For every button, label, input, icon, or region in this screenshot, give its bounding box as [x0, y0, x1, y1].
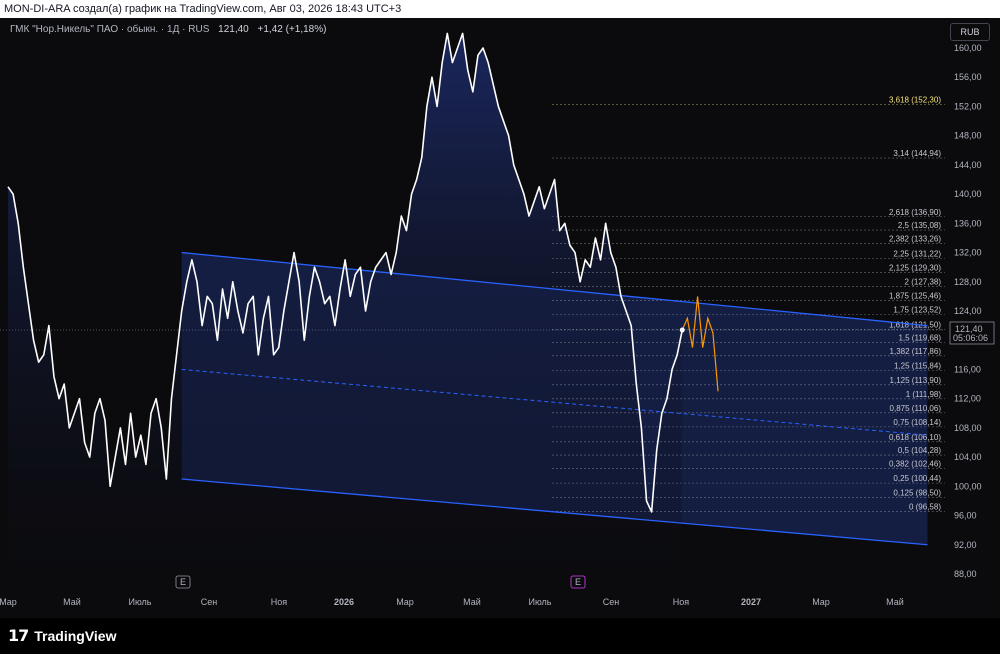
- x-axis-tick-label: Мар: [0, 597, 17, 607]
- y-axis-tick-label: 116,00: [954, 364, 981, 374]
- x-axis-tick-label: Сен: [603, 597, 620, 607]
- fib-level-label: 0,25 (100,44): [893, 474, 941, 483]
- earnings-event-label: E: [180, 577, 186, 587]
- x-axis-tick-label: Ноя: [271, 597, 288, 607]
- fib-level-label: 1,382 (117,86): [890, 347, 942, 356]
- fib-level-label: 2,382 (133,26): [889, 234, 941, 243]
- y-axis-tick-label: 152,00: [954, 101, 982, 111]
- x-axis-tick-label: Май: [463, 597, 481, 607]
- last-price-timer: 05:06:06: [953, 333, 988, 343]
- y-axis-tick-label: 100,00: [954, 481, 982, 491]
- fib-level-label: 2,5 (135,08): [898, 221, 941, 230]
- symbol-change: +1,42 (+1,18%): [257, 24, 327, 35]
- y-axis-tick-label: 104,00: [954, 452, 982, 462]
- fib-level-label: 1,5 (119,68): [898, 334, 941, 343]
- x-axis-tick-label: Май: [63, 597, 81, 607]
- y-axis-tick-label: 88,00: [954, 569, 977, 579]
- symbol-price: 121,40: [218, 24, 249, 35]
- earnings-event-label: E: [575, 577, 581, 587]
- fib-level-label: 2,125 (129,30): [889, 263, 941, 272]
- symbol-legend: ГМК "Нор.Никель" ПАО · обыкн. · 1Д · RUS…: [10, 24, 326, 35]
- tradingview-logo[interactable]: 17 TradingView: [8, 626, 116, 645]
- chart-area[interactable]: 0 (96,58) 0,125 (98,50) 0,25 (100,44) 0,382…: [0, 18, 1000, 618]
- y-axis-tick-label: 112,00: [954, 394, 981, 404]
- symbol-name: ГМК "Нор.Никель" ПАО · обыкн. · 1Д · RUS: [10, 24, 210, 35]
- x-axis-tick-label: Ноя: [673, 597, 690, 607]
- fib-level-label: 0,382 (102,46): [889, 459, 941, 468]
- fib-level-label: 0,75 (108,14): [893, 418, 941, 427]
- fib-level-label: 2 (127,38): [905, 277, 942, 286]
- y-axis-tick-label: 148,00: [954, 131, 982, 141]
- y-axis-tick-label: 140,00: [954, 189, 982, 199]
- fib-level-label: 1,25 (115,84): [894, 362, 941, 371]
- fib-level-label: 0,125 (98,50): [893, 488, 941, 497]
- x-axis-tick-label: Июль: [529, 597, 552, 607]
- fib-level-label: 1,75 (123,52): [893, 306, 941, 315]
- footer: 17 TradingView: [0, 618, 1000, 654]
- y-axis-tick-label: 92,00: [954, 540, 977, 550]
- tradingview-logo-icon: 17: [8, 626, 29, 645]
- y-axis-tick-label: 128,00: [954, 277, 982, 287]
- price-area-fill: [8, 33, 683, 588]
- y-axis-tick-label: 144,00: [954, 160, 982, 170]
- fib-level-label: 1,125 (113,90): [890, 376, 942, 385]
- y-axis-tick-label: 124,00: [954, 306, 982, 316]
- chart-canvas[interactable]: 0 (96,58) 0,125 (98,50) 0,25 (100,44) 0,382…: [0, 18, 1000, 618]
- x-axis-tick-label: Мар: [396, 597, 414, 607]
- y-axis-tick-label: 160,00: [954, 43, 982, 53]
- fib-level-label: 0 (96,58): [909, 502, 941, 511]
- y-axis-tick-label: 108,00: [954, 423, 982, 433]
- fib-level-label: 3,14 (144,94): [893, 149, 941, 158]
- fib-level-label: 0,875 (110,06): [890, 404, 942, 413]
- header-text: MON-DI-ARA создал(а) график на TradingVi…: [4, 3, 402, 15]
- fib-level-label: 2,618 (136,90): [889, 208, 941, 217]
- fib-level-label: 0,5 (104,28): [898, 446, 941, 455]
- chart-header: MON-DI-ARA создал(а) график на TradingVi…: [0, 0, 1000, 18]
- x-axis-tick-label: Мар: [812, 597, 830, 607]
- fib-level-label: 1 (111,98): [906, 390, 942, 399]
- y-axis-tick-label: 156,00: [954, 72, 982, 82]
- x-axis-tick-label: 2026: [334, 597, 354, 607]
- currency-button[interactable]: RUB: [950, 23, 990, 41]
- y-axis-tick-label: 132,00: [954, 248, 982, 258]
- fib-level-label: 3,618 (152,30): [889, 95, 941, 104]
- fib-level-label: 2,25 (131,22): [893, 249, 941, 258]
- tradingview-logo-text: TradingView: [34, 627, 117, 644]
- fib-level-label: 1,875 (125,46): [889, 291, 941, 300]
- x-axis-tick-label: Май: [886, 597, 904, 607]
- y-axis-tick-label: 136,00: [954, 218, 982, 228]
- y-axis-tick-label: 96,00: [954, 511, 977, 521]
- x-axis-tick-label: Сен: [201, 597, 218, 607]
- x-axis-tick-label: Июль: [129, 597, 152, 607]
- x-axis-tick-label: 2027: [741, 597, 761, 607]
